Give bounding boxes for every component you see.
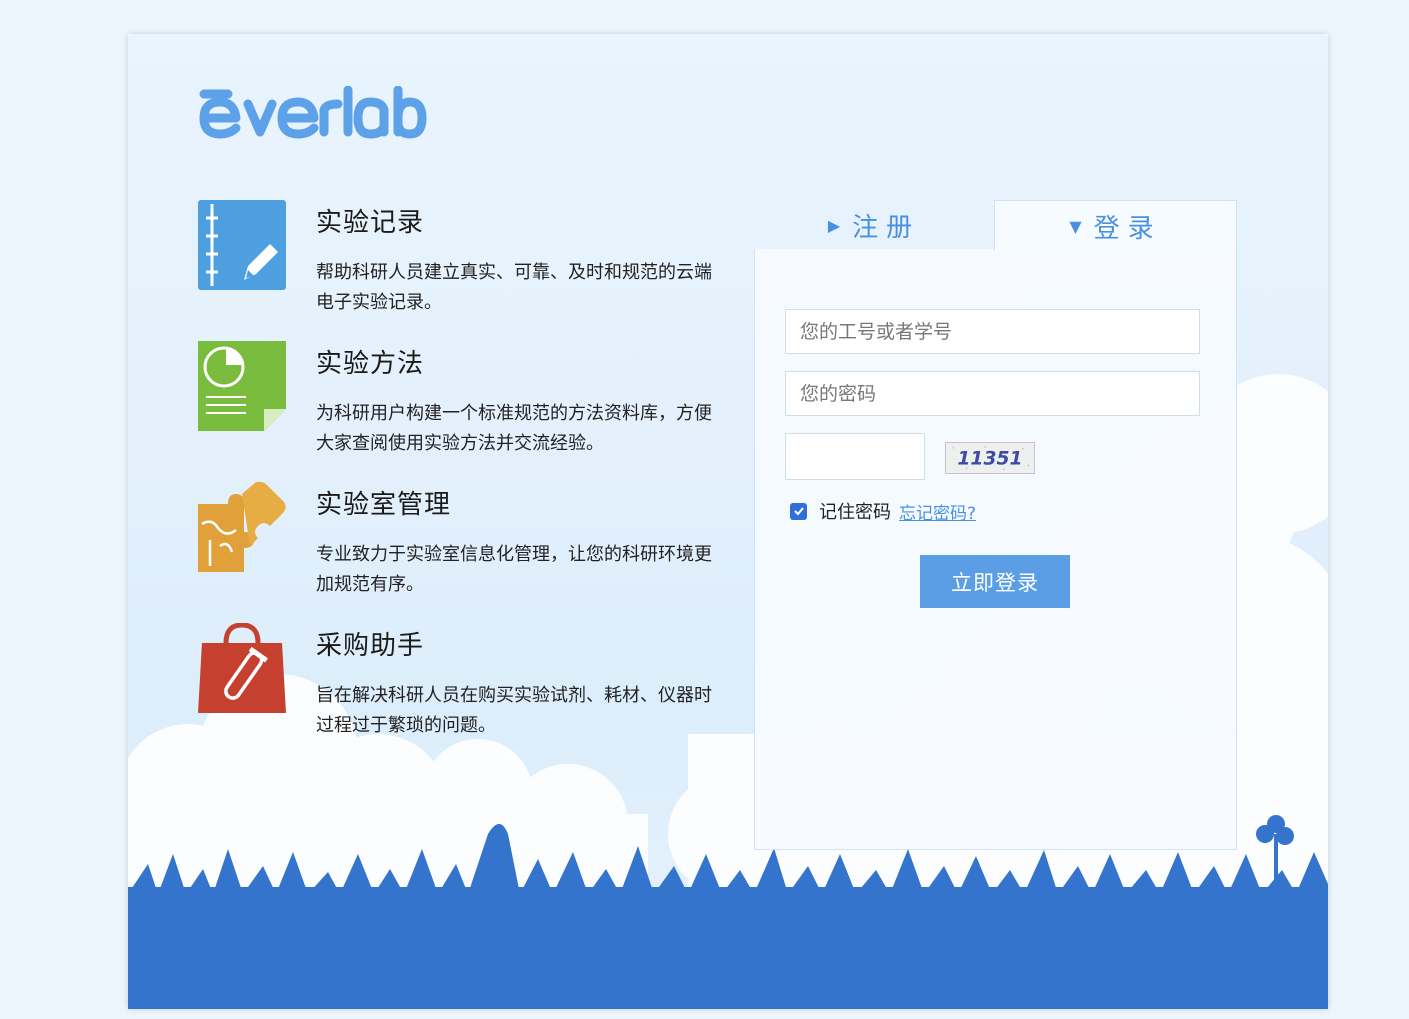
tab-login[interactable]: ▼ 登录 xyxy=(994,200,1237,251)
captcha-input[interactable] xyxy=(785,433,925,480)
remember-checkbox[interactable] xyxy=(790,502,807,520)
check-icon xyxy=(793,507,804,516)
forgot-password-link[interactable]: 忘记密码? xyxy=(899,499,976,524)
caret-right-icon: ▶ xyxy=(827,215,841,235)
username-input[interactable] xyxy=(785,309,1200,354)
captcha-image[interactable]: 11351 xyxy=(945,442,1035,474)
tab-login-label: 登录 xyxy=(1093,213,1162,244)
feature-title: 实验记录 xyxy=(316,208,425,238)
remember-row: 记住密码 忘记密码? xyxy=(790,498,976,524)
pie-chart-document-icon xyxy=(198,341,286,431)
feature-description: 帮助科研人员建立真实、可靠、及时和规范的云端电子实验记录。 xyxy=(316,262,712,313)
login-button[interactable]: 立即登录 xyxy=(920,555,1070,608)
login-card: everlab 实验记录 帮助科研人员建立真实、可靠、及时和规范的云端电子实验记… xyxy=(128,34,1328,1009)
puzzle-icon xyxy=(198,482,286,572)
feature-description: 为科研用户构建一个标准规范的方法资料库，方便大家查阅使用实验方法并交流经验。 xyxy=(316,403,712,454)
tab-register[interactable]: ▶ 注册 xyxy=(754,200,994,250)
feature-title: 实验室管理 xyxy=(316,490,452,520)
tab-register-label: 注册 xyxy=(852,212,921,243)
caret-down-icon: ▼ xyxy=(1069,216,1082,236)
shopping-bag-test-tube-icon xyxy=(198,623,286,713)
ground-strip xyxy=(128,887,1328,1009)
feature-title: 实验方法 xyxy=(316,349,425,379)
notebook-pen-icon xyxy=(198,200,286,290)
feature-description: 旨在解决科研人员在购买实验试剂、耗材、仪器时过程过于繁琐的问题。 xyxy=(316,685,712,736)
feature-title: 采购助手 xyxy=(316,631,425,661)
feature-description: 专业致力于实验室信息化管理，让您的科研环境更加规范有序。 xyxy=(316,544,712,595)
remember-label: 记住密码 xyxy=(819,502,891,523)
password-input[interactable] xyxy=(785,371,1200,416)
everlab-logo: everlab xyxy=(199,86,427,139)
svg-text:11351: 11351 xyxy=(957,449,1022,470)
